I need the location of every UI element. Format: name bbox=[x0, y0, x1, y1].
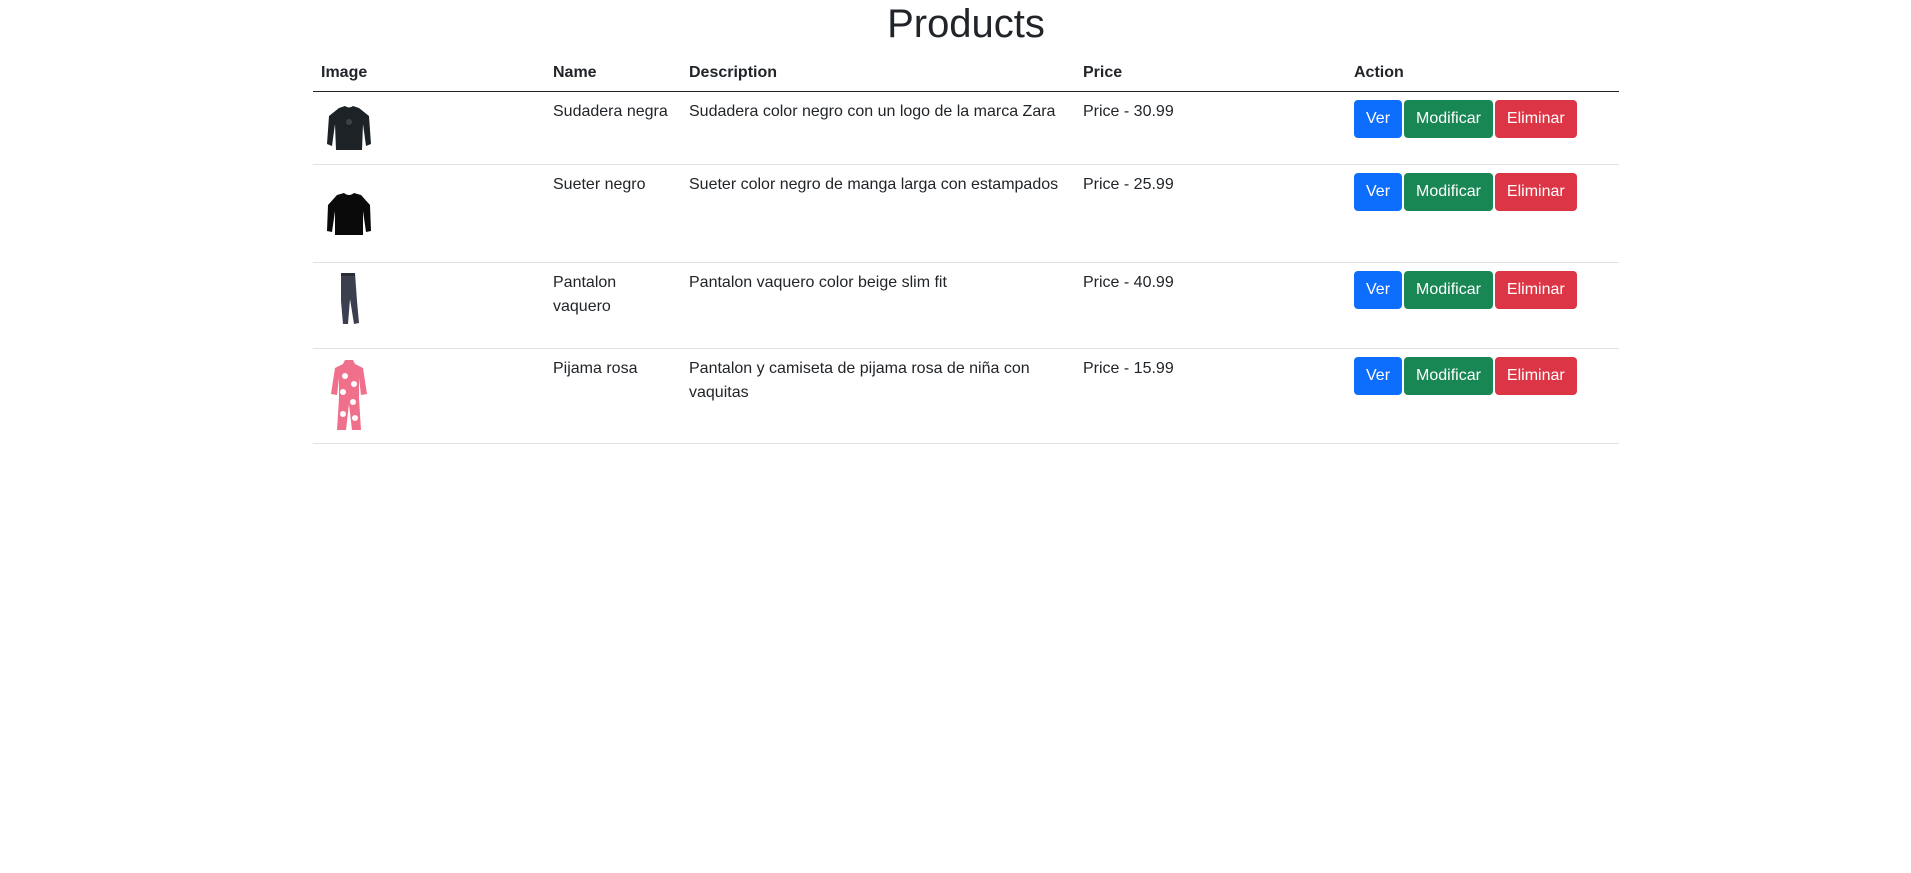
black-sweater-image bbox=[327, 193, 371, 235]
view-button[interactable]: Ver bbox=[1354, 173, 1403, 211]
pink-pajama-image bbox=[331, 360, 367, 430]
product-price: Price - 15.99 bbox=[1075, 348, 1346, 444]
table-row: Sueter negro Sueter color negro de manga… bbox=[313, 164, 1619, 263]
product-price: Price - 25.99 bbox=[1075, 164, 1346, 263]
product-image-cell bbox=[313, 262, 545, 349]
page-container: Products Image Name Description Price Ac… bbox=[313, 0, 1619, 444]
delete-button[interactable]: Eliminar bbox=[1494, 271, 1577, 309]
table-header-row: Image Name Description Price Action bbox=[313, 50, 1619, 92]
product-image-cell bbox=[313, 348, 545, 444]
product-description: Sueter color negro de manga larga con es… bbox=[681, 164, 1075, 263]
view-button[interactable]: Ver bbox=[1354, 100, 1403, 138]
product-description: Sudadera color negro con un logo de la m… bbox=[681, 91, 1075, 165]
product-image-cell bbox=[313, 91, 545, 165]
header-description: Description bbox=[681, 50, 1075, 92]
table-row: Pijama rosa Pantalon y camiseta de pijam… bbox=[313, 348, 1619, 444]
action-cell: Ver Modificar Eliminar bbox=[1346, 91, 1619, 165]
product-description: Pantalon vaquero color beige slim fit bbox=[681, 262, 1075, 349]
table-row: Sudadera negra Sudadera color negro con … bbox=[313, 91, 1619, 165]
action-cell: Ver Modificar Eliminar bbox=[1346, 164, 1619, 263]
black-sweatshirt-image bbox=[327, 106, 371, 150]
delete-button[interactable]: Eliminar bbox=[1494, 100, 1577, 138]
product-name: Pijama rosa bbox=[545, 348, 681, 444]
header-price: Price bbox=[1075, 50, 1346, 92]
edit-button[interactable]: Modificar bbox=[1404, 100, 1493, 138]
jeans-image bbox=[341, 273, 359, 324]
header-action: Action bbox=[1346, 50, 1619, 92]
table-row: Pantalon vaquero Pantalon vaquero color … bbox=[313, 262, 1619, 349]
edit-button[interactable]: Modificar bbox=[1404, 173, 1493, 211]
delete-button[interactable]: Eliminar bbox=[1494, 357, 1577, 395]
product-description: Pantalon y camiseta de pijama rosa de ni… bbox=[681, 348, 1075, 444]
product-name: Sueter negro bbox=[545, 164, 681, 263]
action-cell: Ver Modificar Eliminar bbox=[1346, 262, 1619, 349]
view-button[interactable]: Ver bbox=[1354, 271, 1403, 309]
products-table: Image Name Description Price Action Suda… bbox=[313, 50, 1619, 444]
edit-button[interactable]: Modificar bbox=[1404, 357, 1493, 395]
delete-button[interactable]: Eliminar bbox=[1494, 173, 1577, 211]
action-cell: Ver Modificar Eliminar bbox=[1346, 348, 1619, 444]
header-name: Name bbox=[545, 50, 681, 92]
product-price: Price - 40.99 bbox=[1075, 262, 1346, 349]
product-name: Pantalon vaquero bbox=[545, 262, 681, 349]
edit-button[interactable]: Modificar bbox=[1404, 271, 1493, 309]
product-name: Sudadera negra bbox=[545, 91, 681, 165]
page-title: Products bbox=[887, 2, 1045, 46]
view-button[interactable]: Ver bbox=[1354, 357, 1403, 395]
product-price: Price - 30.99 bbox=[1075, 91, 1346, 165]
header-image: Image bbox=[313, 50, 545, 92]
product-image-cell bbox=[313, 164, 545, 263]
